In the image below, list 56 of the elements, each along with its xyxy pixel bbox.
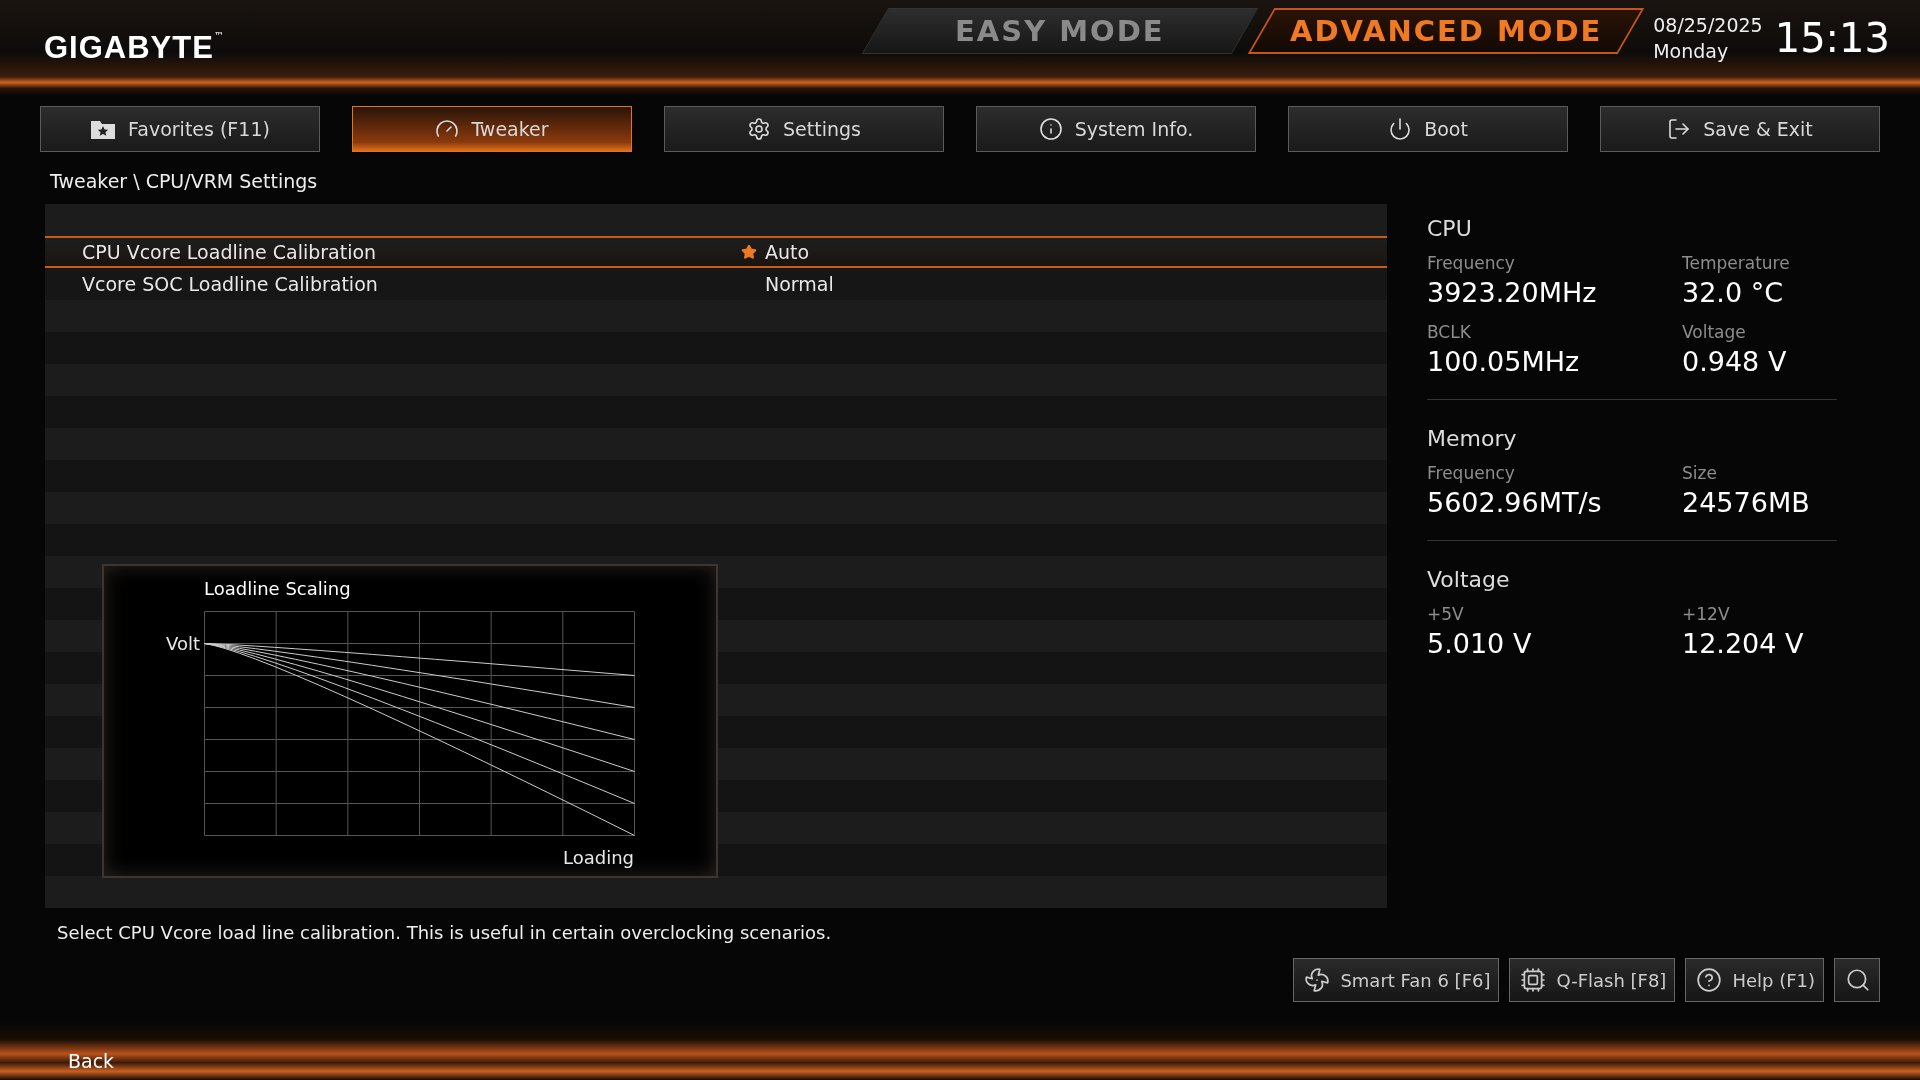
folder-star-icon xyxy=(90,118,117,140)
monitor-label: Size xyxy=(1682,463,1718,483)
setting-value: Auto xyxy=(765,241,810,263)
weekday-text: Monday xyxy=(1653,39,1730,64)
setting-name: Vcore SOC Loadline Calibration xyxy=(81,273,379,295)
menu-tab[interactable]: Boot xyxy=(1288,106,1568,152)
monitor-value: 24576MB xyxy=(1682,487,1811,518)
menu-tab[interactable]: Tweaker xyxy=(352,106,632,152)
axis-label: Volt xyxy=(166,631,201,654)
setting-row[interactable]: CPU Vcore Loadline Calibration Auto xyxy=(45,236,1387,268)
monitor-value: 0.948 V xyxy=(1682,346,1788,377)
monitor-label: BCLK xyxy=(1427,322,1472,342)
monitor-value: 12.204 V xyxy=(1682,628,1805,659)
monitor-label: Voltage xyxy=(1682,322,1747,342)
monitor-label: Temperature xyxy=(1682,253,1791,273)
section-title: Voltage xyxy=(1427,567,1511,592)
setting-row[interactable]: Vcore SOC Loadline Calibration Normal xyxy=(45,268,1387,300)
exit-icon xyxy=(1667,117,1692,141)
back-button[interactable]: Back xyxy=(68,1050,115,1072)
section-title: CPU xyxy=(1427,216,1473,241)
monitor-value: 5602.96MT/s xyxy=(1427,487,1603,518)
monitor-label: +12V xyxy=(1682,604,1731,624)
setting-name: CPU Vcore Loadline Calibration xyxy=(81,241,378,263)
help-icon xyxy=(1696,967,1723,993)
monitor-value: 100.05MHz xyxy=(1427,346,1581,377)
date-text: 08/25/2025 xyxy=(1653,13,1763,38)
tool-button[interactable]: Q-Flash [F8] xyxy=(1509,958,1676,1002)
monitor-value: 32.0 °C xyxy=(1682,277,1785,308)
monitor-label: +5V xyxy=(1427,604,1465,624)
menu-tab[interactable]: Save & Exit xyxy=(1600,106,1880,152)
search-button[interactable] xyxy=(1834,958,1880,1002)
axis-label: Loading xyxy=(563,847,634,871)
monitor-value: 5.010 V xyxy=(1427,628,1533,659)
monitor-label: Frequency xyxy=(1427,253,1516,273)
mode-tab[interactable]: EASY MODE xyxy=(861,8,1259,54)
section-title: Memory xyxy=(1427,426,1518,451)
settings-icon xyxy=(747,117,772,141)
tool-button[interactable]: Help (F1) xyxy=(1685,958,1824,1002)
chip-icon xyxy=(1520,967,1547,993)
help-text: Select CPU Vcore load line calibration. This is useful in certain overclocking scenarios. xyxy=(57,922,832,943)
tool-button[interactable]: Smart Fan 6 [F6] xyxy=(1293,958,1500,1002)
menu-tab[interactable]: Favorites (F11) xyxy=(40,106,320,152)
menu-tab[interactable]: System Info. xyxy=(976,106,1256,152)
power-icon xyxy=(1388,117,1413,141)
monitor-label: Frequency xyxy=(1427,463,1516,483)
brand-logo: GIGABYTE™ xyxy=(44,30,225,66)
mode-tab[interactable]: ADVANCED MODE xyxy=(1247,8,1645,54)
graph-title: Loadline Scaling xyxy=(204,578,352,601)
search-icon xyxy=(1845,967,1871,993)
clock-time: 15:13 xyxy=(1774,15,1890,61)
breadcrumb: Tweaker \ CPU/VRM Settings xyxy=(50,170,318,192)
fan-icon xyxy=(1304,967,1331,993)
setting-value: Normal xyxy=(765,273,834,295)
menu-tab[interactable]: Settings xyxy=(664,106,944,152)
monitor-value: 3923.20MHz xyxy=(1427,277,1598,308)
info-icon xyxy=(1038,117,1063,141)
